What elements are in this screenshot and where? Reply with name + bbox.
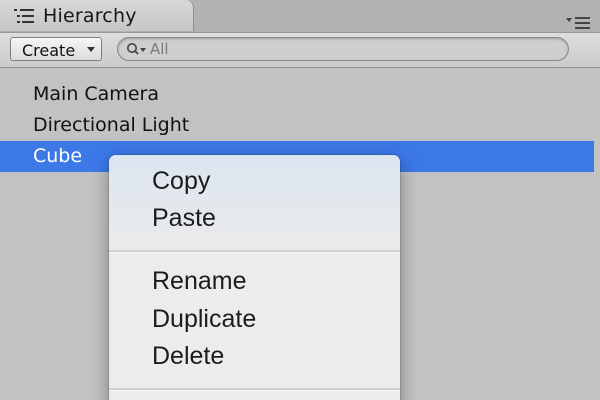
search-field[interactable] <box>117 37 569 61</box>
tab-hierarchy[interactable]: Hierarchy <box>0 0 194 31</box>
hierarchy-item-main-camera[interactable]: Main Camera <box>0 79 600 110</box>
pane-options-icon[interactable] <box>566 14 592 30</box>
create-dropdown-button[interactable]: Create <box>10 37 102 61</box>
hierarchy-item-label: Cube <box>33 145 83 167</box>
chevron-down-icon <box>87 47 95 52</box>
menu-item-paste[interactable]: Paste <box>152 204 216 233</box>
menu-item-delete[interactable]: Delete <box>152 342 224 371</box>
hierarchy-item-label: Directional Light <box>33 114 190 136</box>
menu-item-copy[interactable]: Copy <box>152 167 210 196</box>
menu-separator <box>109 388 400 391</box>
hierarchy-window: Hierarchy Create Main Camera <box>0 0 600 400</box>
search-input[interactable] <box>150 39 550 59</box>
create-label: Create <box>22 41 76 60</box>
hierarchy-list-icon <box>14 9 34 23</box>
hierarchy-item-label: Main Camera <box>33 83 159 105</box>
menu-item-duplicate[interactable]: Duplicate <box>152 305 256 334</box>
hierarchy-toolbar: Create <box>0 33 600 68</box>
context-menu: Copy Paste Rename Duplicate Delete <box>109 155 400 400</box>
hierarchy-item-directional-light[interactable]: Directional Light <box>0 110 600 141</box>
tab-strip: Hierarchy <box>0 0 600 33</box>
panel-title: Hierarchy <box>43 5 137 27</box>
menu-item-rename[interactable]: Rename <box>152 267 247 296</box>
menu-separator <box>109 250 400 253</box>
search-icon <box>127 43 146 55</box>
